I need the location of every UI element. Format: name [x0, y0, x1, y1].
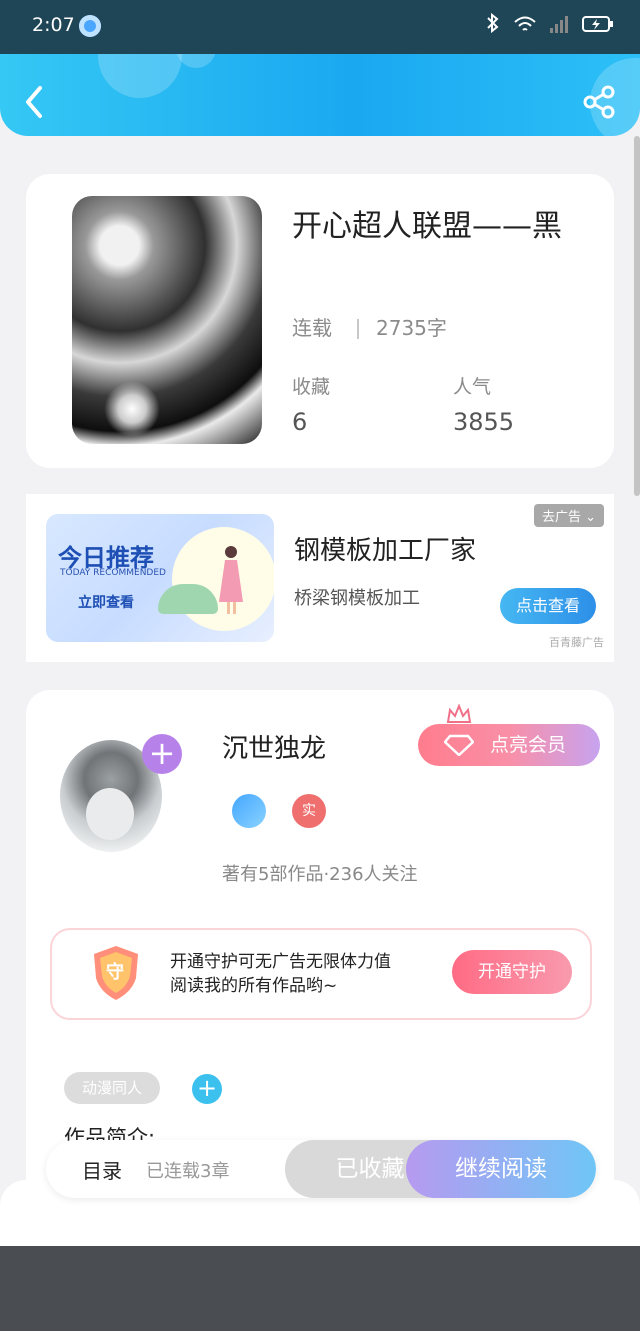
toc-button[interactable]: 目录 [82, 1155, 122, 1184]
notification-icon [79, 15, 101, 37]
ad-source: 百青藤广告 [549, 636, 604, 649]
author-stats: 著有5部作品·236人关注 [222, 864, 418, 885]
guard-text-line2: 阅读我的所有作品哟~ [170, 976, 338, 996]
verified-badge[interactable]: 实 [292, 794, 326, 828]
status-bar: 2:07 [0, 0, 640, 54]
remove-ad-button[interactable]: 去广告 ⌄ [533, 504, 604, 527]
avatar-face [86, 788, 134, 840]
author-name: 沉世独龙 [222, 734, 327, 764]
ad-description: 桥梁钢模板加工 [294, 588, 420, 609]
action-pill: 目录 已连载3章 已收藏 继续阅读 [46, 1140, 596, 1198]
continue-reading-button[interactable]: 继续阅读 [406, 1140, 596, 1198]
bottom-action-bar: 目录 已连载3章 已收藏 继续阅读 [0, 1138, 640, 1246]
follow-button[interactable]: + [142, 734, 182, 774]
ad-banner[interactable]: 今日推荐 TODAY RECOMMENDED 立即查看 钢模板加工厂家 桥梁钢模… [26, 494, 614, 662]
book-cover[interactable] [72, 196, 262, 444]
guard-button[interactable]: 开通守护 [452, 950, 572, 994]
signal-icon [550, 16, 569, 33]
battery-charging-icon [582, 16, 613, 32]
book-title: 开心超人联盟——黑 [292, 209, 562, 244]
system-nav-bar [0, 1246, 640, 1331]
wifi-icon [513, 16, 536, 31]
ad-image-button: 立即查看 [78, 595, 134, 611]
tag-chip[interactable]: 动漫同人 [64, 1072, 160, 1104]
guard-text-line1: 开通守护可无广告无限体力值 [170, 952, 391, 972]
divider [357, 319, 359, 339]
chapter-count: 已连载3章 [146, 1161, 230, 1182]
back-icon[interactable] [18, 82, 52, 122]
header-bar [0, 54, 640, 136]
ad-image-subtitle: TODAY RECOMMENDED [60, 568, 166, 578]
favorites-value: 6 [292, 408, 308, 436]
share-icon[interactable] [582, 84, 618, 120]
woman-illustration-icon [219, 546, 243, 614]
guard-badge-label: 守 [106, 962, 124, 983]
diamond-icon [444, 734, 474, 756]
book-info-card: 开心超人联盟——黑 连载 2735字 收藏 6 人气 3855 [26, 174, 614, 468]
guard-text: 开通守护可无广告无限体力值 阅读我的所有作品哟~ [170, 950, 391, 998]
vip-label: 点亮会员 [490, 734, 567, 756]
bluetooth-icon [487, 12, 499, 34]
ad-title: 钢模板加工厂家 [294, 536, 477, 566]
crown-icon [446, 704, 472, 723]
vip-button[interactable]: 点亮会员 [418, 724, 600, 766]
remove-ad-label: 去广告 [541, 510, 581, 525]
word-count: 2735字 [376, 316, 447, 340]
guard-banner[interactable]: 守 开通守护可无广告无限体力值 阅读我的所有作品哟~ 开通守护 [50, 928, 592, 1020]
decor-bubble [176, 54, 216, 68]
favorites-label: 收藏 [292, 376, 331, 398]
status-time: 2:07 [32, 14, 75, 36]
ad-image[interactable]: 今日推荐 TODAY RECOMMENDED 立即查看 [46, 514, 274, 642]
popularity-label: 人气 [453, 376, 492, 398]
add-tag-button[interactable]: + [192, 1074, 222, 1104]
phone-badge-icon[interactable] [232, 794, 266, 828]
scrollbar[interactable] [634, 136, 640, 496]
decor-bubble [98, 54, 182, 98]
chevron-down-icon: ⌄ [585, 510, 596, 525]
popularity-value: 3855 [453, 408, 515, 436]
serial-status: 连载 [292, 316, 332, 340]
ad-cta-button[interactable]: 点击查看 [500, 588, 596, 624]
status-icons [485, 12, 614, 39]
